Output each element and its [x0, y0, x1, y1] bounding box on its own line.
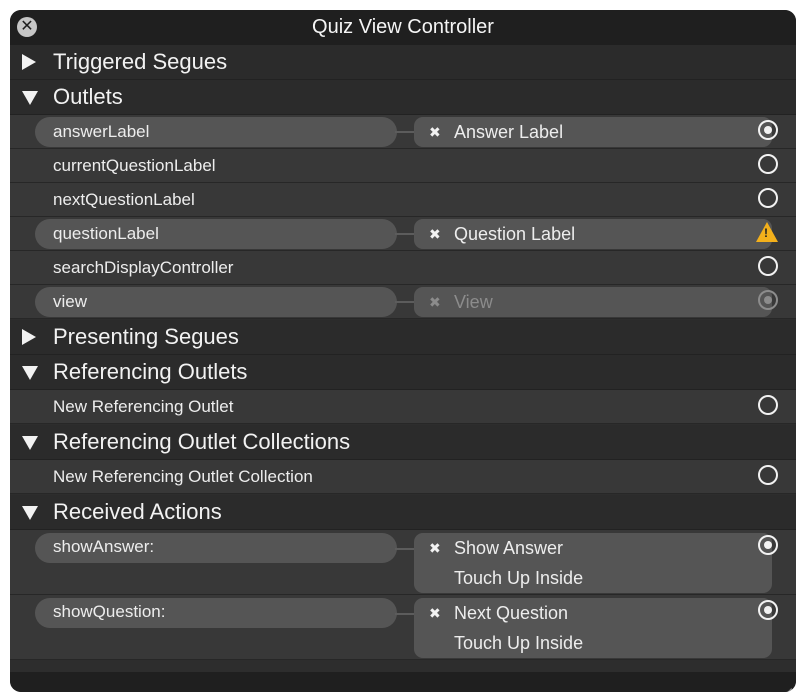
connection-target: ✖ Next Question Touch Up Inside [414, 598, 772, 658]
resize-grip-icon[interactable] [780, 677, 792, 692]
new-referencing-outlet-collection-label: New Referencing Outlet Collection [53, 467, 313, 486]
outlet-row-current-question-label[interactable]: currentQuestionLabel [10, 149, 796, 183]
grip-line [788, 688, 792, 692]
connection-target: ✖ Answer Label [414, 117, 772, 147]
connection-target-label: Show Answer [454, 538, 564, 558]
warning-icon[interactable]: ! [756, 222, 778, 242]
remove-connection-icon[interactable]: ✖ [429, 287, 441, 317]
connection-target: ✖ Show Answer Touch Up Inside [414, 533, 772, 593]
connection-circle-icon[interactable] [758, 600, 778, 620]
disclosure-triangle-icon[interactable] [22, 91, 38, 105]
disclosure-triangle-icon[interactable] [22, 366, 38, 380]
connection-circle-icon[interactable] [758, 290, 778, 310]
connection-circle-icon[interactable] [758, 465, 778, 485]
connection-event-label: Touch Up Inside [454, 568, 584, 588]
connection-circle-icon[interactable] [758, 120, 778, 140]
warning-mark: ! [764, 226, 768, 240]
connection-target: ✖ Question Label [414, 219, 772, 249]
section-received-actions[interactable]: Received Actions [10, 495, 796, 530]
connection-circle-icon[interactable] [758, 154, 778, 174]
section-presenting-segues[interactable]: Presenting Segues [10, 320, 796, 355]
action-name: showAnswer: [53, 537, 155, 556]
new-referencing-outlet-label: New Referencing Outlet [53, 397, 234, 416]
connection-circle-icon[interactable] [758, 256, 778, 276]
outlet-row-next-question-label[interactable]: nextQuestionLabel [10, 183, 796, 217]
outlet-row-view[interactable]: view ✖ View [10, 285, 796, 319]
outlet-name: searchDisplayController [53, 258, 234, 277]
section-referencing-outlets[interactable]: Referencing Outlets [10, 355, 796, 390]
section-outlets[interactable]: Outlets [10, 80, 796, 115]
connection-circle-icon[interactable] [758, 188, 778, 208]
connection-target-label: Question Label [454, 224, 576, 244]
action-name: showQuestion: [53, 602, 166, 621]
remove-connection-icon[interactable]: ✖ [429, 219, 441, 249]
connection-event-label: Touch Up Inside [454, 633, 584, 653]
disclosure-triangle-icon[interactable] [22, 436, 38, 450]
outlet-name: currentQuestionLabel [53, 156, 216, 175]
action-row-show-answer[interactable]: showAnswer: ✖ Show Answer Touch Up Insid… [10, 530, 796, 595]
footer-bar [10, 672, 796, 692]
remove-connection-icon[interactable]: ✖ [429, 598, 441, 628]
connection-target-label: Answer Label [454, 122, 564, 142]
outlet-name: answerLabel [53, 122, 150, 141]
remove-connection-icon[interactable]: ✖ [429, 533, 441, 563]
outlet-name: nextQuestionLabel [53, 190, 195, 209]
new-referencing-outlet-row[interactable]: New Referencing Outlet [10, 390, 796, 424]
outlet-row-question-label[interactable]: questionLabel ✖ Question Label ! [10, 217, 796, 251]
connection-target-label: Next Question [454, 603, 569, 623]
disclosure-triangle-icon[interactable] [22, 329, 36, 345]
action-row-show-question[interactable]: showQuestion: ✖ Next Question Touch Up I… [10, 595, 796, 660]
section-label: Outlets [53, 84, 123, 109]
window-title: Quiz View Controller [312, 16, 494, 38]
section-triggered-segues[interactable]: Triggered Segues [10, 45, 796, 80]
connections-inspector-panel: ✕ Quiz View Controller Triggered Segues … [10, 10, 796, 692]
outlet-row-answer-label[interactable]: answerLabel ✖ Answer Label [10, 115, 796, 149]
section-label: Referencing Outlets [53, 359, 248, 384]
disclosure-triangle-icon[interactable] [22, 506, 38, 520]
section-label: Triggered Segues [53, 49, 228, 74]
outlet-name: questionLabel [53, 224, 159, 243]
section-label: Referencing Outlet Collections [53, 429, 351, 454]
disclosure-triangle-icon[interactable] [22, 54, 36, 70]
remove-connection-icon[interactable]: ✖ [429, 117, 441, 147]
outlet-name-pill [35, 287, 397, 317]
title-bar: ✕ Quiz View Controller [10, 10, 796, 45]
connection-circle-icon[interactable] [758, 395, 778, 415]
outlet-name: view [53, 292, 88, 311]
new-referencing-outlet-collection-row[interactable]: New Referencing Outlet Collection [10, 460, 796, 494]
connection-target-label: View [454, 292, 493, 312]
connection-target: ✖ View [414, 287, 772, 317]
outlet-row-search-display-controller[interactable]: searchDisplayController [10, 251, 796, 285]
connection-circle-icon[interactable] [758, 535, 778, 555]
section-label: Presenting Segues [53, 324, 239, 349]
section-label: Received Actions [53, 499, 222, 524]
section-referencing-outlet-collections[interactable]: Referencing Outlet Collections [10, 425, 796, 460]
